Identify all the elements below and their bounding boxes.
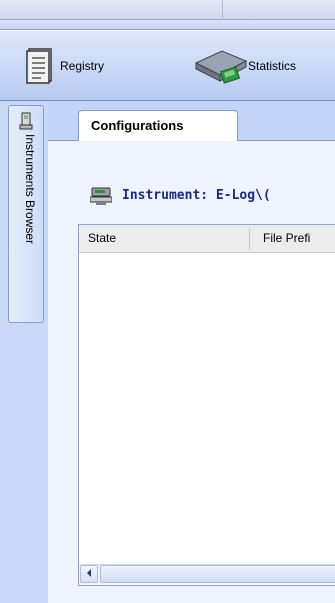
configurations-grid[interactable] bbox=[78, 224, 335, 586]
statistics-label: Statistics bbox=[248, 59, 297, 73]
statistics-button[interactable]: Statistics bbox=[192, 31, 296, 101]
instruments-browser-tab[interactable]: Instruments Browser bbox=[8, 105, 44, 323]
registry-book-icon bbox=[24, 45, 56, 88]
registry-button[interactable]: Registry bbox=[24, 31, 104, 101]
scroll-left-button[interactable] bbox=[80, 565, 98, 583]
window-top-band bbox=[0, 0, 335, 20]
toolbar: Registry Statistics bbox=[0, 31, 335, 101]
instrument-title: Instrument: E-Log\( bbox=[122, 188, 271, 203]
scrollbar-thumb[interactable] bbox=[100, 565, 335, 583]
top-separator bbox=[222, 0, 223, 20]
tab-configurations-label: Configurations bbox=[91, 118, 184, 133]
ribbon-top-strip bbox=[0, 20, 335, 30]
column-header-state[interactable]: State bbox=[88, 231, 116, 245]
column-header-file-prefix[interactable]: File Prefi bbox=[263, 231, 310, 245]
instrument-header: Instrument: E-Log\( bbox=[89, 186, 335, 209]
tab-configurations[interactable]: Configurations bbox=[78, 110, 238, 141]
chevron-left-icon bbox=[85, 568, 93, 581]
instrument-terminal-icon bbox=[89, 186, 113, 209]
grid-header: State File Prefi bbox=[79, 225, 335, 253]
column-separator[interactable] bbox=[249, 228, 250, 250]
statistics-scanner-icon bbox=[192, 45, 248, 88]
registry-label: Registry bbox=[60, 59, 105, 73]
instruments-browser-label: Instruments Browser bbox=[23, 134, 37, 245]
instrument-terminal-icon bbox=[19, 112, 33, 133]
